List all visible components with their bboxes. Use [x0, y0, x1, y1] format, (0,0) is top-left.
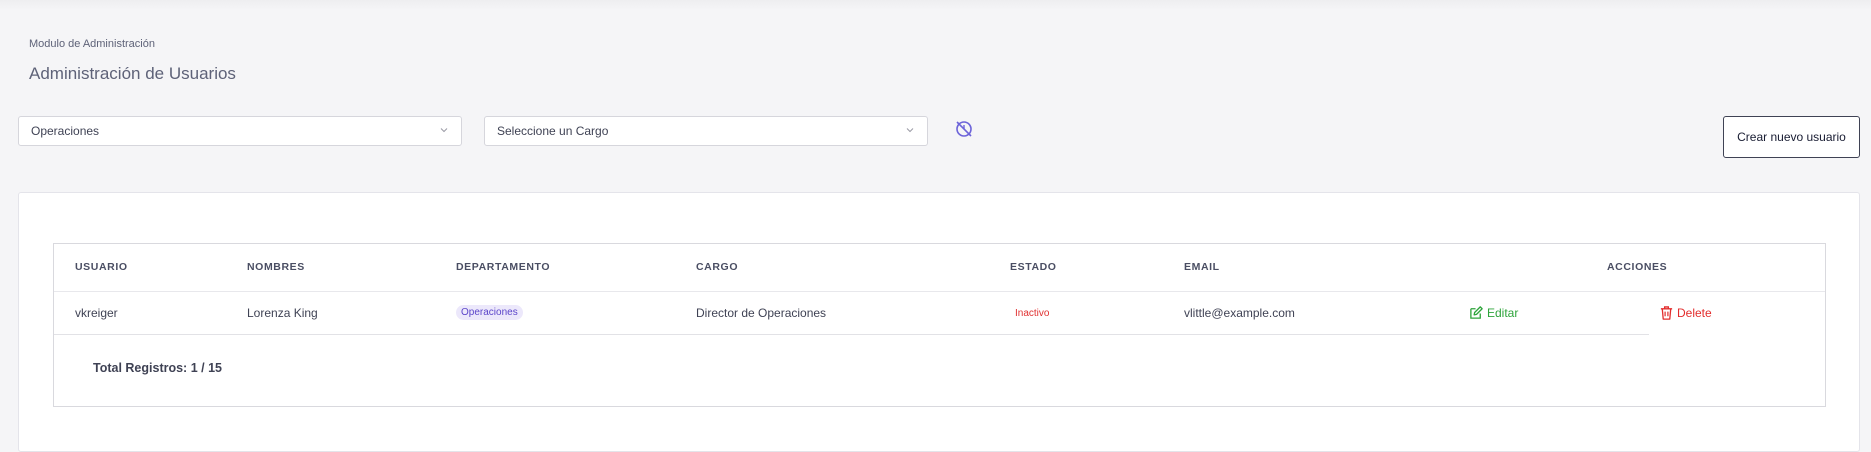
- filter-reset-icon[interactable]: [954, 119, 974, 139]
- cargo-select[interactable]: Seleccione un Cargo: [484, 116, 928, 146]
- edit-button[interactable]: Editar: [1469, 305, 1518, 320]
- cell-nombres: Lorenza King: [247, 306, 318, 320]
- edit-icon: [1470, 306, 1483, 319]
- delete-button[interactable]: Delete: [1659, 305, 1712, 321]
- department-select-value: Operaciones: [31, 124, 100, 138]
- col-estado: ESTADO: [1010, 261, 1057, 273]
- col-usuario: USUARIO: [75, 261, 128, 273]
- cargo-select-placeholder: Seleccione un Cargo: [497, 124, 609, 138]
- cell-email: vlittle@example.com: [1184, 306, 1295, 320]
- department-select[interactable]: Operaciones: [18, 116, 462, 146]
- table-header: USUARIO NOMBRES DEPARTAMENTO CARGO ESTAD…: [54, 244, 1825, 292]
- total-records: Total Registros: 1 / 15: [93, 361, 222, 375]
- status-badge: Inactivo: [1015, 308, 1050, 319]
- department-badge: Operaciones: [456, 305, 523, 320]
- chevron-down-icon: [440, 128, 448, 133]
- cell-cargo: Director de Operaciones: [696, 306, 827, 320]
- create-user-button[interactable]: Crear nuevo usuario: [1723, 116, 1860, 158]
- cell-usuario: vkreiger: [75, 306, 118, 320]
- chevron-down-icon: [906, 128, 914, 133]
- col-departamento: DEPARTAMENTO: [456, 261, 551, 273]
- col-nombres: NOMBRES: [247, 261, 305, 273]
- users-table: USUARIO NOMBRES DEPARTAMENTO CARGO ESTAD…: [53, 243, 1826, 407]
- page-title: Administración de Usuarios: [29, 64, 236, 83]
- col-email: EMAIL: [1184, 261, 1220, 273]
- total-label: Total Registros:: [93, 361, 188, 375]
- users-card: USUARIO NOMBRES DEPARTAMENTO CARGO ESTAD…: [18, 192, 1860, 452]
- delete-label: Delete: [1677, 306, 1712, 320]
- trash-icon: [1660, 306, 1673, 320]
- table-row: vkreiger Lorenza King Operaciones Direct…: [54, 291, 1825, 335]
- top-shadow: [0, 0, 1871, 10]
- edit-label: Editar: [1487, 305, 1519, 320]
- breadcrumb: Modulo de Administración: [29, 38, 155, 50]
- row-divider: [54, 334, 1649, 335]
- col-cargo: CARGO: [696, 261, 739, 273]
- total-value: 1 / 15: [190, 361, 222, 375]
- col-acciones: ACCIONES: [1607, 261, 1668, 273]
